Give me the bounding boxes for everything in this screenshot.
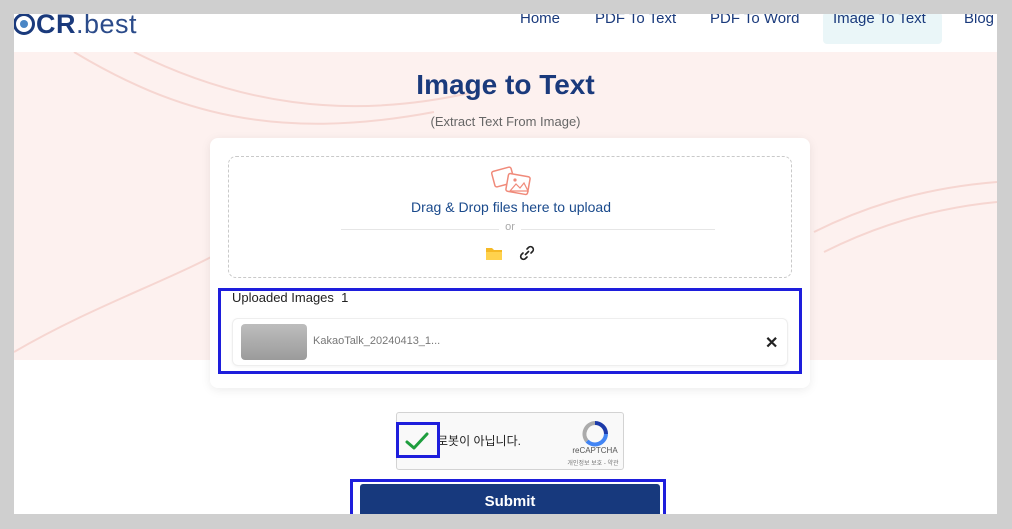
recaptcha-brand: reCAPTCHA [572,446,618,455]
navbar: CR.best Home PDF To Text PDF To Word Ima… [14,14,997,52]
nav-pdf-to-text[interactable]: PDF To Text [595,14,676,44]
recaptcha-terms[interactable]: 개인정보 보호 - 약관 [555,458,631,467]
recaptcha-label: 로봇이 아닙니다. [437,434,521,448]
logo-bold-text: CR [36,14,76,39]
link-icon[interactable] [519,245,535,261]
or-text: or [499,221,521,233]
highlight-uploaded-images [218,288,802,374]
logo-light-text: .best [76,14,138,39]
nav-blog[interactable]: Blog [964,14,994,44]
ocr-best-logo[interactable]: CR.best [14,14,137,40]
folder-icon[interactable] [485,245,503,261]
page-title: Image to Text [416,69,595,100]
highlight-submit [350,479,666,514]
logo-o-icon [14,14,35,35]
upload-dropzone[interactable]: Drag & Drop files here to upload or [228,156,792,278]
recaptcha-logo-icon [582,421,608,447]
dropzone-text: Drag & Drop files here to upload [411,199,611,215]
page-subtitle: (Extract Text From Image) [430,114,581,129]
nav-image-to-text[interactable]: Image To Text [823,14,942,44]
images-icon [491,166,531,196]
highlight-captcha-checkbox [396,422,440,458]
nav-home[interactable]: Home [520,14,560,44]
nav-pdf-to-word[interactable]: PDF To Word [710,14,799,44]
page: CR.best Home PDF To Text PDF To Word Ima… [14,14,997,514]
divider [341,229,715,230]
